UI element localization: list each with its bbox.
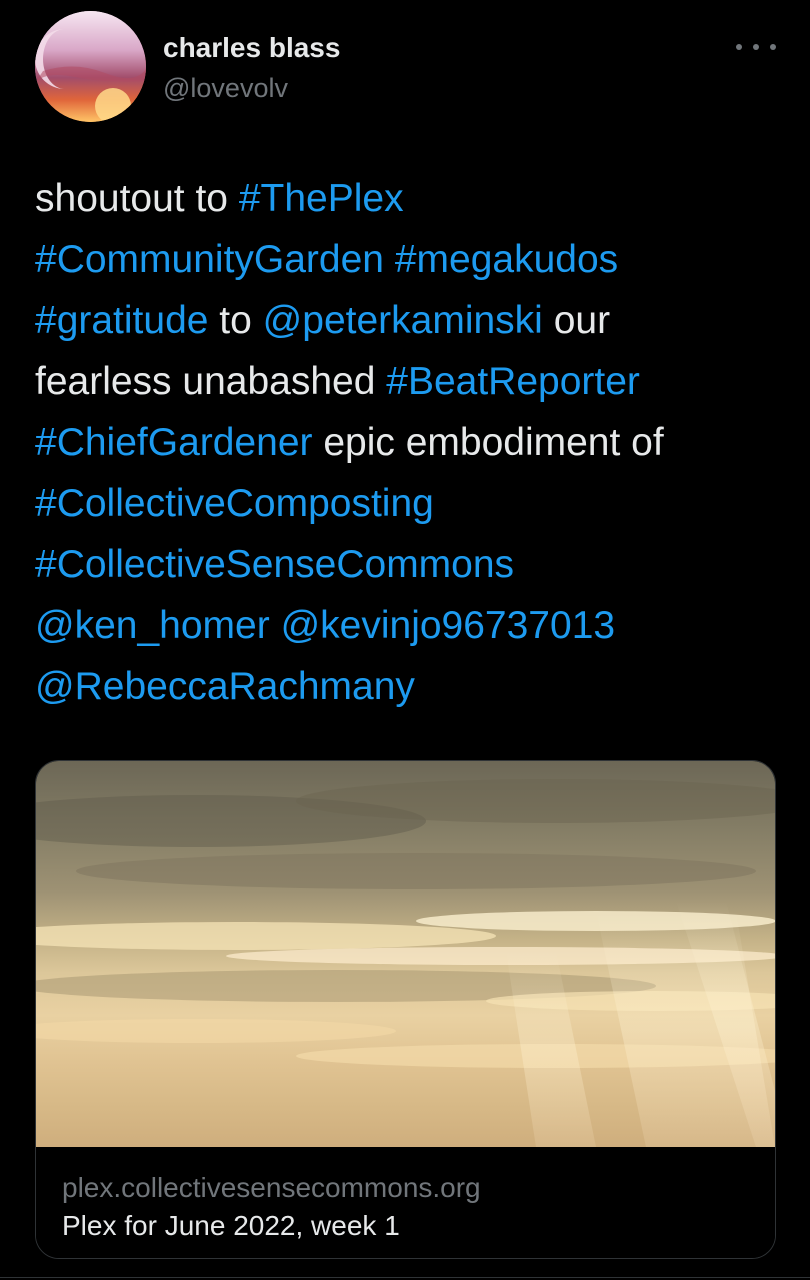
more-dot — [753, 44, 759, 50]
hashtag-link[interactable]: #ChiefGardener — [35, 421, 313, 464]
divider — [0, 1277, 810, 1278]
tweet-text-segment: fearless unabashed — [35, 360, 387, 403]
avatar[interactable] — [35, 11, 146, 122]
hashtag-link[interactable]: #ThePlex — [239, 177, 404, 220]
tweet-text-segment — [384, 238, 395, 281]
mention-link[interactable]: @kevinjo96737013 — [281, 604, 616, 647]
mention-link[interactable]: @peterkaminski — [263, 299, 543, 342]
tweet-text-line: #CollectiveComposting — [35, 473, 795, 534]
card-info: plex.collectivesensecommons.org Plex for… — [36, 1147, 775, 1258]
tweet-text-line: shoutout to #ThePlex — [35, 168, 795, 229]
mention-link[interactable]: @ken_homer — [35, 604, 270, 647]
hashtag-link[interactable]: #CollectiveComposting — [35, 482, 434, 525]
tweet-text-segment: to — [208, 299, 263, 342]
tweet-text-segment: epic embodiment of — [312, 421, 664, 464]
tweet-text-line: @ken_homer @kevinjo96737013 — [35, 595, 795, 656]
tweet-text-line: #CommunityGarden #megakudos — [35, 229, 795, 290]
tweet-text-segment: shoutout to — [35, 177, 239, 220]
card-domain: plex.collectivesensecommons.org — [62, 1172, 481, 1203]
tweet-text-line: #gratitude to @peterkaminski our — [35, 290, 795, 351]
hashtag-link[interactable]: #megakudos — [395, 238, 618, 281]
author-handle[interactable]: @lovevolv — [163, 70, 288, 106]
more-dot — [736, 44, 742, 50]
more-horizontal-icon[interactable] — [736, 36, 776, 58]
tweet-text: shoutout to #ThePlex #CommunityGarden #me… — [35, 168, 795, 717]
card-image — [36, 761, 775, 1147]
tweet-text-segment: our — [542, 299, 611, 342]
mention-link[interactable]: @RebeccaRachmany — [35, 665, 415, 708]
card-title: Plex for June 2022, week 1 — [62, 1210, 400, 1241]
avatar-image — [35, 11, 146, 122]
hashtag-link[interactable]: #CommunityGarden — [35, 238, 384, 281]
more-dot — [770, 44, 776, 50]
tweet-text-line: #CollectiveSenseCommons — [35, 534, 795, 595]
hashtag-link[interactable]: #BeatReporter — [386, 360, 640, 403]
tweet-text-line: #ChiefGardener epic embodiment of — [35, 412, 795, 473]
author-display-name[interactable]: charles blass — [163, 30, 340, 66]
tweet-text-line: fearless unabashed #BeatReporter — [35, 351, 795, 412]
tweet-text-segment — [270, 604, 281, 647]
hashtag-link[interactable]: #CollectiveSenseCommons — [35, 543, 514, 586]
hashtag-link[interactable]: #gratitude — [35, 299, 208, 342]
tweet-text-line: @RebeccaRachmany — [35, 656, 795, 717]
link-card[interactable]: plex.collectivesensecommons.org Plex for… — [35, 760, 776, 1259]
